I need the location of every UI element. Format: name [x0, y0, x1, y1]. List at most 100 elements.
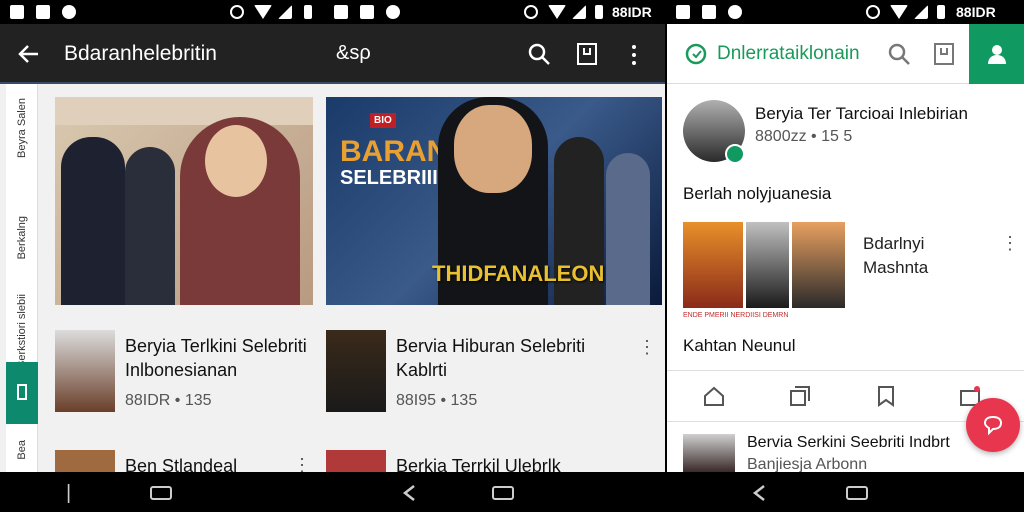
- alarm-icon: [230, 5, 244, 19]
- face: [454, 105, 532, 193]
- recent-apps-icon[interactable]: |: [66, 482, 71, 505]
- gallery-image[interactable]: [683, 222, 743, 308]
- signal-icon-3: [914, 5, 928, 19]
- item-title: Berkia Terrkil Ulebrlk: [396, 456, 561, 472]
- item-subtitle: Kablrti: [396, 360, 448, 380]
- thumbnail: [326, 330, 386, 412]
- home-icon[interactable]: [703, 385, 725, 407]
- hero-image-left[interactable]: [55, 97, 313, 305]
- app-bar: Bdaranhelebritin &sρ: [0, 24, 665, 84]
- more-menu-icon[interactable]: [630, 44, 638, 66]
- item-title: Beryia Terlkini Selebriti: [125, 336, 307, 356]
- gallery-label: Bdarlnyi: [863, 234, 925, 253]
- list-item[interactable]: Beryia Terlkini Selebriti Inlbonesianan …: [55, 330, 313, 430]
- hero-subtitle: SELEBRIII: [340, 167, 438, 189]
- battery-icon-3: [937, 5, 945, 19]
- item-meta: 88I95 • 135: [396, 392, 478, 409]
- page-title: Bdaranhelebritin: [64, 42, 217, 65]
- list-item[interactable]: Bervia Hiburan Selebriti Kablrti 88I95 •…: [326, 330, 662, 430]
- detail-panel: Beryia Ter Tarcioai Inlebirian 8800zz • …: [667, 84, 1024, 473]
- thumbnail[interactable]: [683, 434, 735, 472]
- thumbnail: [326, 450, 386, 472]
- save-icon-2[interactable]: [933, 42, 955, 66]
- wifi-icon-2: [548, 5, 566, 19]
- hero-caption: THIDFANALEON: [432, 261, 605, 286]
- search-icon-2[interactable]: [887, 42, 911, 66]
- hero-title: BARAN: [340, 135, 449, 168]
- more-menu-icon[interactable]: ⋮: [638, 338, 656, 356]
- system-nav-bar: |: [0, 472, 1024, 512]
- battery-icon: [304, 5, 312, 19]
- secondary-title: Dnlerrataiklonain: [717, 43, 860, 64]
- fab-button[interactable]: [966, 398, 1020, 452]
- item-title: Bervia Serkini Seebriti Indbrt: [747, 434, 950, 451]
- back-arrow-icon[interactable]: [18, 44, 40, 64]
- person-figure: [606, 153, 650, 305]
- user-icon: [988, 45, 1006, 64]
- verified-icon: [725, 144, 745, 164]
- thumbnail: [55, 450, 115, 472]
- hero-image-right[interactable]: BIO BARAN SELEBRIII THIDFANALEON: [326, 97, 662, 305]
- save-icon[interactable]: [576, 42, 598, 66]
- face: [205, 125, 267, 197]
- status-label: 88IDR: [612, 4, 652, 20]
- avatar[interactable]: [683, 100, 745, 164]
- search-icon[interactable]: [527, 42, 551, 66]
- bag-icon-3: [702, 5, 716, 19]
- thumbnail: [55, 330, 115, 412]
- bag-icon-2: [360, 5, 374, 19]
- side-rail: Beyra Salen Berkalng Berkstiori slebii B…: [6, 84, 38, 472]
- list-item[interactable]: Ben Stlandeal ⋮: [55, 450, 313, 472]
- app-icon-2: [386, 5, 400, 19]
- rail-item[interactable]: Bea: [16, 440, 28, 460]
- gallery-icon-3: [676, 5, 690, 19]
- list-item[interactable]: Berkia Terrkil Ulebrlk: [326, 450, 662, 472]
- rail-item[interactable]: Berkstiori slebii: [16, 294, 28, 368]
- bookmark-icon[interactable]: [875, 385, 897, 407]
- more-menu-icon[interactable]: ⋮: [293, 456, 311, 472]
- chat-icon[interactable]: [685, 43, 707, 65]
- more-menu-icon[interactable]: ⋮: [1001, 234, 1019, 252]
- section-title: Berlah nolyjuanesia: [683, 184, 832, 203]
- home-nav-icon-3[interactable]: [846, 486, 868, 500]
- home-nav-icon[interactable]: [150, 486, 172, 500]
- rail-active-item[interactable]: [6, 362, 38, 424]
- secondary-app-bar: Dnlerrataiklonain: [667, 24, 1024, 84]
- item-meta: 88IDR • 135: [125, 392, 212, 409]
- badge: BIO: [370, 113, 396, 128]
- signal-icon: [278, 5, 292, 19]
- back-nav-icon[interactable]: [402, 484, 416, 502]
- app-icon: [62, 5, 76, 19]
- profile-button[interactable]: [969, 24, 1024, 84]
- gallery-image[interactable]: [746, 222, 789, 308]
- status-label-right: 88IDR: [956, 4, 996, 20]
- home-nav-icon-2[interactable]: [492, 486, 514, 500]
- person-figure: [61, 137, 125, 305]
- item-title: Bervia Hiburan Selebriti: [396, 336, 586, 356]
- status-bar: 88IDR 88IDR: [0, 0, 1024, 24]
- profile-meta: 8800zz • 15 5: [755, 128, 853, 145]
- person-figure: [125, 147, 175, 305]
- app-logo: &sρ: [336, 42, 371, 64]
- signal-icon-2: [572, 5, 586, 19]
- alarm-icon-2: [524, 5, 538, 19]
- bag-icon: [36, 5, 50, 19]
- app-icon-3: [728, 5, 742, 19]
- gallery-image[interactable]: [792, 222, 845, 308]
- item-subtitle: Inlbonesianan: [125, 360, 238, 380]
- rail-item[interactable]: Beyra Salen: [16, 98, 28, 158]
- feed-panel: Beyra Salen Berkalng Berkstiori slebii B…: [0, 84, 665, 472]
- copy-icon[interactable]: [789, 385, 811, 407]
- alarm-icon-3: [866, 5, 880, 19]
- battery-icon-2: [595, 5, 603, 19]
- tablet-icon: [17, 384, 27, 400]
- gallery-label: Mashnta: [863, 258, 929, 277]
- gallery-icon-2: [334, 5, 348, 19]
- wifi-icon: [254, 5, 272, 19]
- rail-item[interactable]: Berkalng: [16, 216, 28, 259]
- wifi-icon-3: [890, 5, 908, 19]
- section-title: Kahtan Neunul: [683, 336, 796, 355]
- item-title: Ben Stlandeal: [125, 456, 238, 472]
- chat-bubble-icon: [983, 415, 1003, 436]
- back-nav-icon-2[interactable]: [752, 484, 766, 502]
